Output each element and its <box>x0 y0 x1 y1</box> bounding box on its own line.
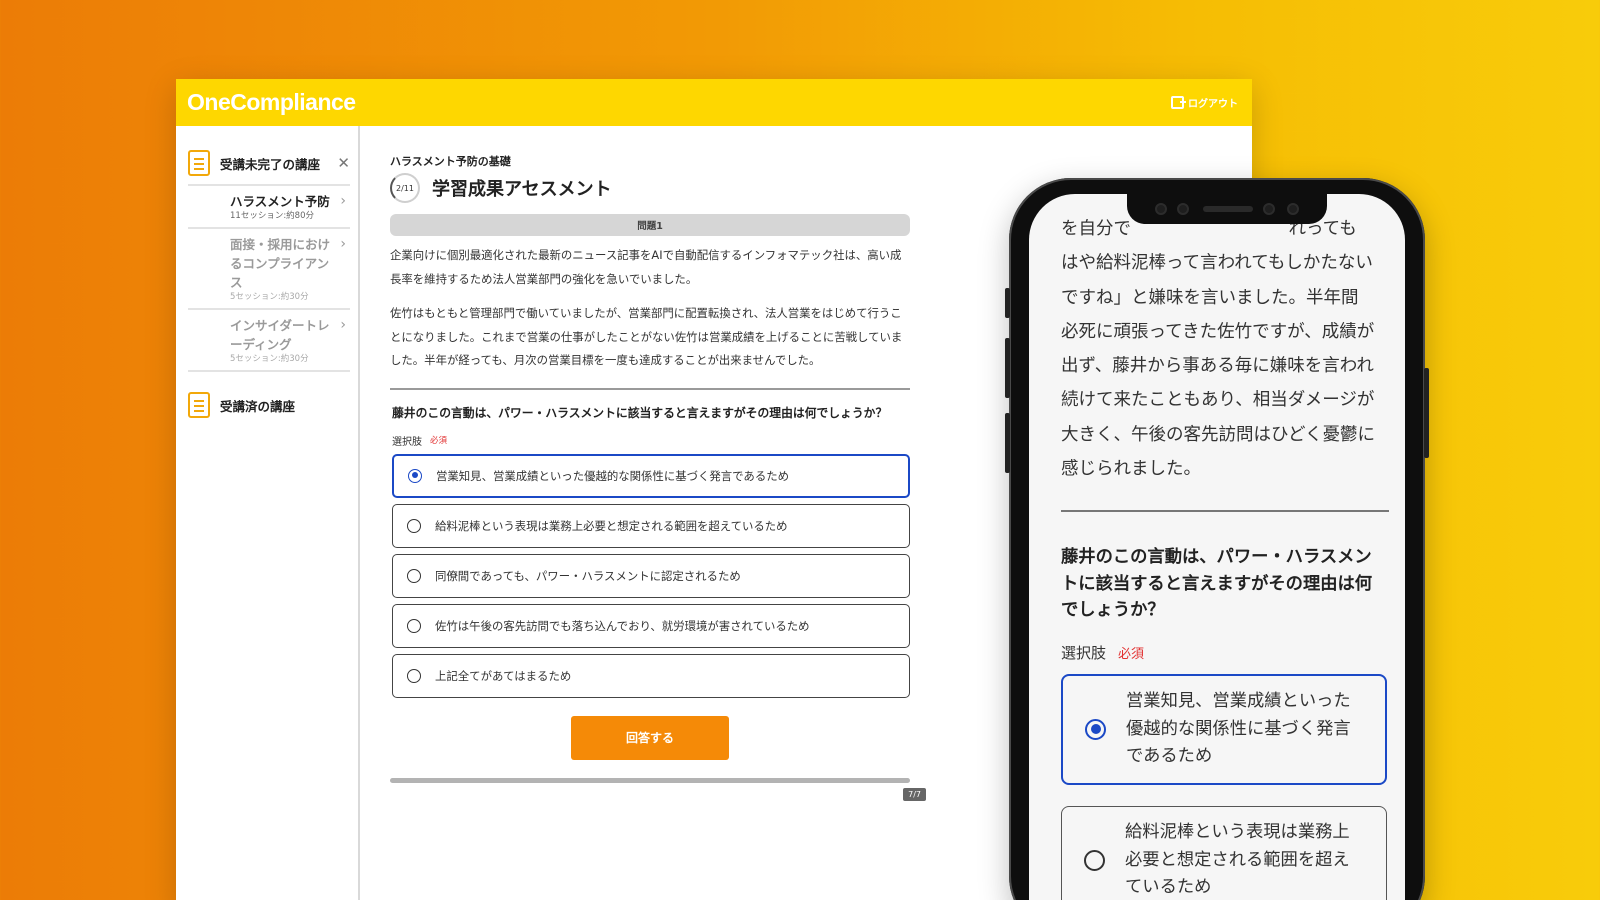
sidebar-item-meta: 11セッション:約80分 <box>230 211 314 221</box>
radio-icon[interactable] <box>407 568 421 583</box>
radio-icon[interactable] <box>407 618 421 633</box>
radio-selected-icon[interactable] <box>1085 718 1106 740</box>
required-badge: 必須 <box>430 436 448 446</box>
mobile-choices-label: 選択肢 <box>1061 644 1107 662</box>
chevron-right-icon: › <box>340 236 346 252</box>
choices-label-row: 選択肢 必須 <box>390 433 910 448</box>
mobile-answer-option[interactable]: 営業知見、営業成績といった優越的な関係性に基づく発言であるため <box>1061 674 1387 785</box>
mobile-choices-label-row: 選択肢 必須 <box>1061 642 1144 663</box>
mobile-divider <box>1061 510 1389 512</box>
course-list: ハラスメント予防 11セッション:約80分 › 面接・採用におけるコンプライアン… <box>188 184 350 372</box>
mobile-required-badge: 必須 <box>1118 647 1145 662</box>
sidebar-item-insider[interactable]: インサイダートレーディング 5セッション:約30分 › <box>188 310 350 372</box>
sensor-icon <box>1287 203 1299 215</box>
document-icon <box>188 150 210 176</box>
incomplete-courses-label: 受講未完了の講座 <box>220 156 321 172</box>
mobile-answer-option[interactable]: 給料泥棒という表現は業務上必要と想定される範囲を超えているため <box>1061 806 1387 900</box>
sidebar-item-meta: 5セッション:約30分 <box>230 292 309 302</box>
mobile-scenario-text: を自分で れっても はや給料泥棒って言われてもしかたない ですね」と嫌味を言いま… <box>1061 219 1375 480</box>
radio-icon[interactable] <box>407 518 421 533</box>
mobile-answer-option-label: 給料泥棒という表現は業務上必要と想定される範囲を超えているため <box>1125 822 1350 897</box>
sidebar-item-hiring[interactable]: 面接・採用におけるコンプライアンス 5セッション:約30分 › <box>188 229 350 310</box>
answer-option[interactable]: 同僚間であっても、パワー・ハラスメントに認定されるため <box>392 553 910 598</box>
answer-option-label: 給料泥棒という表現は業務上必要と想定される範囲を超えているため <box>435 518 788 533</box>
phone-screen: を自分で れっても はや給料泥棒って言われてもしかたない ですね」と嫌味を言いま… <box>1029 194 1405 900</box>
logout-icon <box>1171 96 1186 109</box>
sidebar: 受講未完了の講座 ✕ ハラスメント予防 11セッション:約80分 › 面接・採用… <box>176 126 360 900</box>
answer-option-label: 同僚間であっても、パワー・ハラスメントに認定されるため <box>435 568 741 583</box>
logout-button[interactable]: ログアウト <box>1171 95 1238 110</box>
chevron-right-icon: › <box>340 317 346 333</box>
submit-answer-button[interactable]: 回答する <box>571 715 729 760</box>
step-progress-ring: 2/11 <box>390 173 420 203</box>
phone-notch <box>1127 194 1327 224</box>
course-name: ハラスメント予防の基礎 <box>390 155 511 168</box>
title-row: 2/11 学習成果アセスメント <box>390 173 910 203</box>
chevron-right-icon: › <box>340 193 346 209</box>
phone-side-button <box>1005 338 1010 398</box>
app-logo[interactable]: OneCompliance <box>187 89 356 116</box>
document-check-icon <box>188 392 210 418</box>
answer-option[interactable]: 給料泥棒という表現は業務上必要と想定される範囲を超えているため <box>392 503 910 548</box>
camera-icon <box>1263 203 1275 215</box>
scenario-paragraph: 企業向けに個別最適化された最新のニュース記事をAIで自動配信するインフォマテック… <box>390 248 902 286</box>
answer-option[interactable]: 上記全てがあてはまるため <box>392 653 910 698</box>
answer-option-label: 営業知見、営業成績といった優越的な関係性に基づく発言であるため <box>436 468 789 483</box>
phone-mockup: を自分で れっても はや給料泥棒って言われてもしかたない ですね」と嫌味を言いま… <box>1005 178 1429 900</box>
divider <box>390 387 910 390</box>
sensor-icon <box>1177 203 1189 215</box>
radio-icon[interactable] <box>1084 849 1105 871</box>
sidebar-item-meta: 5セッション:約30分 <box>230 354 309 364</box>
scenario-paragraph: 佐竹はもともと管理部門で働いていましたが、営業部門に配置転換され、法人営業をはじ… <box>390 306 903 367</box>
answer-option-label: 上記全てがあてはまるため <box>435 668 572 683</box>
answer-option-label: 佐竹は午後の客先訪問でも落ち込んでおり、就労環境が害されているため <box>435 618 810 633</box>
completed-courses-label: 受講済の講座 <box>220 398 296 414</box>
progress-track <box>390 777 910 783</box>
progress-label: 7/7 <box>903 787 926 801</box>
main-content: ハラスメント予防の基礎 2/11 学習成果アセスメント 問題1 企業向けに個別最… <box>390 126 926 801</box>
phone-side-button <box>1424 368 1429 458</box>
question-number-bar: 問題1 <box>390 214 910 236</box>
close-icon[interactable]: ✕ <box>337 154 350 172</box>
camera-icon <box>1155 203 1167 215</box>
sidebar-item-title: ハラスメント予防 <box>230 194 330 209</box>
incomplete-courses-header[interactable]: 受講未完了の講座 ✕ <box>188 148 350 178</box>
phone-side-button <box>1005 413 1010 473</box>
progress-bar: 7/7 <box>390 777 926 801</box>
sidebar-item-title: インサイダートレーディング <box>230 318 330 352</box>
answer-option[interactable]: 佐竹は午後の客先訪問でも落ち込んでおり、就労環境が害されているため <box>392 603 910 648</box>
choices-label: 選択肢 <box>392 436 422 448</box>
radio-icon[interactable] <box>407 668 421 683</box>
answer-option[interactable]: 営業知見、営業成績といった優越的な関係性に基づく発言であるため <box>392 453 910 498</box>
page-title: 学習成果アセスメント <box>432 179 612 200</box>
question-text: 藤井のこの言動は、パワー・ハラスメントに該当すると言えますがその理由は何でしょう… <box>392 405 888 420</box>
completed-courses-header[interactable]: 受講済の講座 <box>188 390 350 420</box>
top-bar: OneCompliance ログアウト <box>176 79 1252 126</box>
logout-label: ログアウト <box>1188 99 1238 110</box>
mobile-question-text: 藤井のこの言動は、パワー・ハラスメントに該当すると言えますがその理由は何でしょう… <box>1061 547 1373 620</box>
sidebar-item-title: 面接・採用におけるコンプライアンス <box>230 237 331 290</box>
answer-options: 営業知見、営業成績といった優越的な関係性に基づく発言であるため 給料泥棒という表… <box>390 453 910 698</box>
phone-side-button <box>1005 288 1010 318</box>
radio-selected-icon[interactable] <box>408 468 422 483</box>
sidebar-item-harassment[interactable]: ハラスメント予防 11セッション:約80分 › <box>188 186 350 229</box>
speaker-icon <box>1203 206 1253 212</box>
mobile-answer-option-label: 営業知見、営業成績といった優越的な関係性に基づく発言であるため <box>1126 691 1351 766</box>
